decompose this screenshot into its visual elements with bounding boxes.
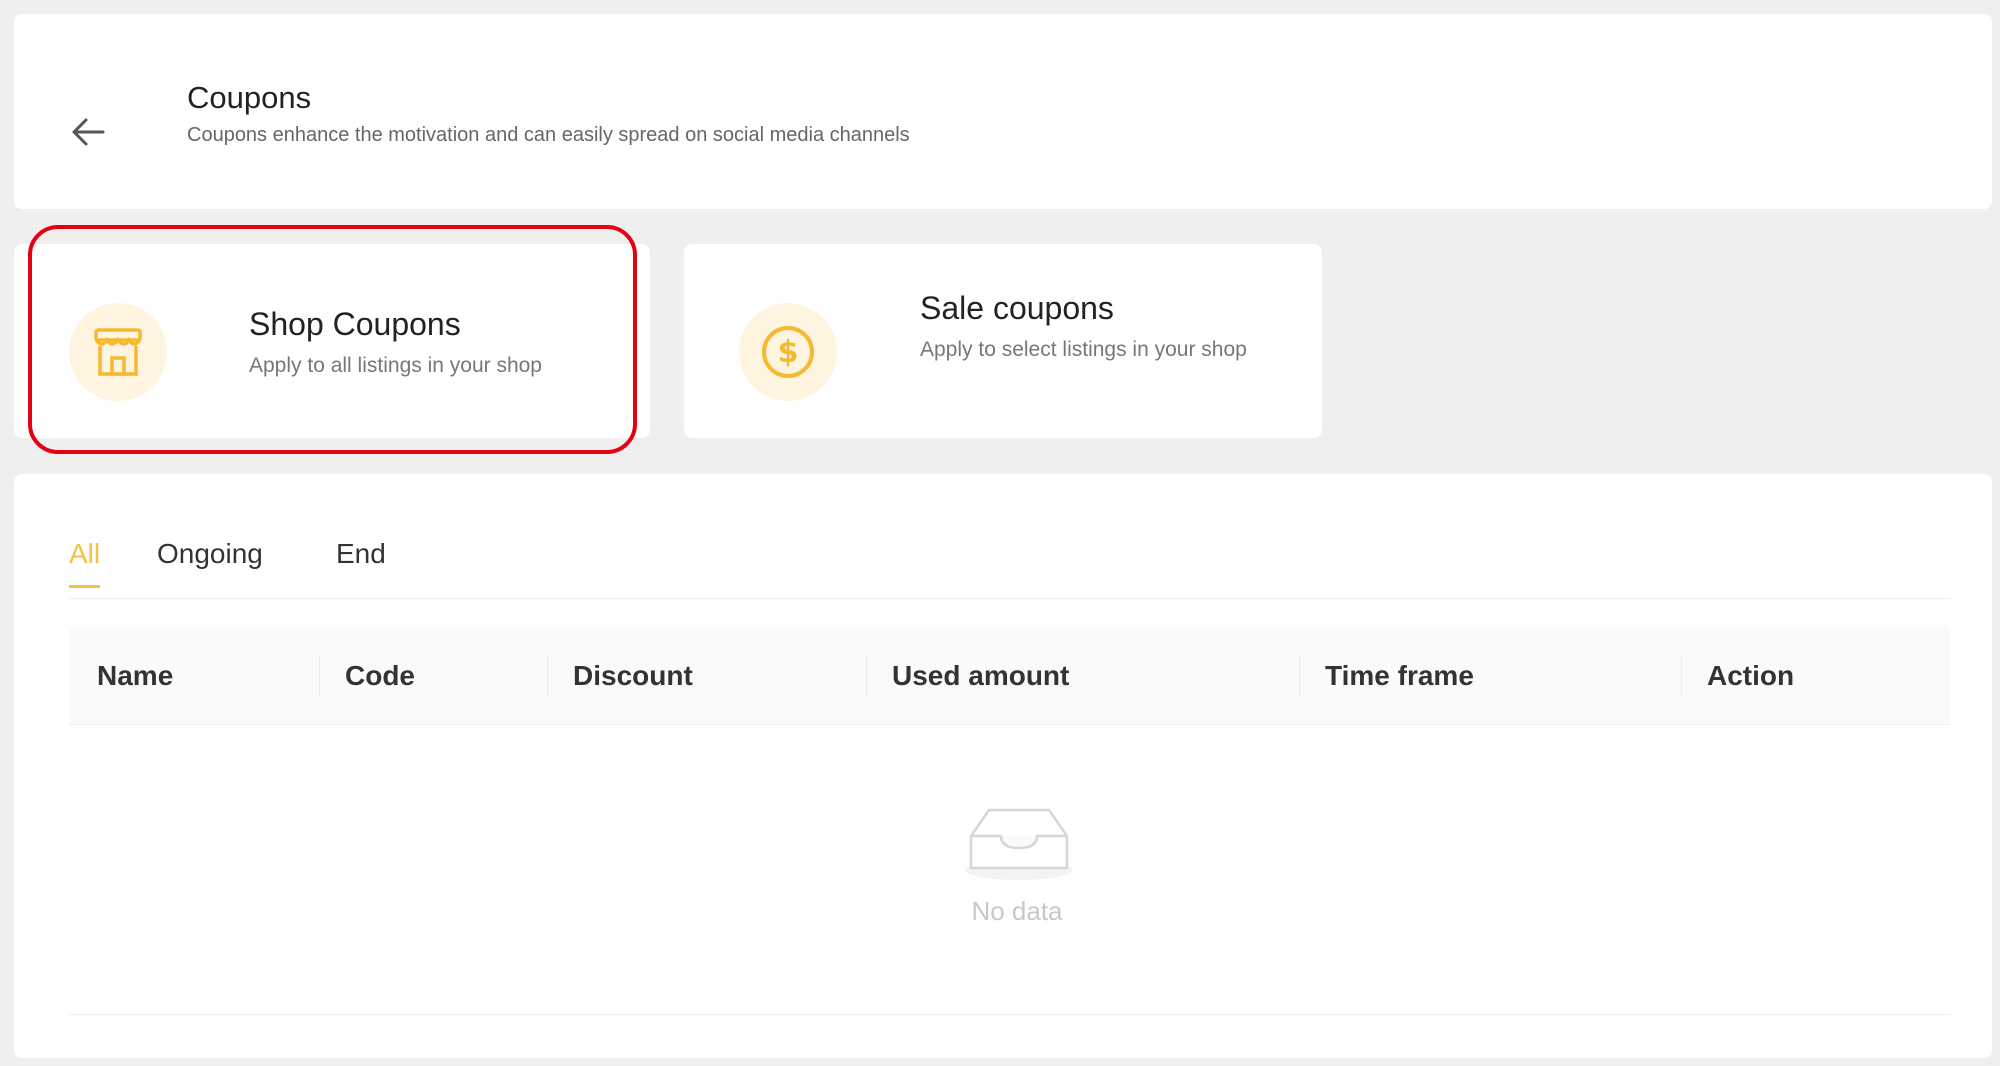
storefront-icon (69, 303, 167, 401)
column-divider (1299, 654, 1300, 698)
empty-state-text: No data (971, 896, 1063, 926)
column-header-action[interactable]: Action (1707, 627, 1794, 725)
sale-coupons-description: Apply to select listings in your shop (920, 338, 1247, 361)
table-bottom-divider (69, 1014, 1951, 1015)
column-divider (866, 654, 867, 698)
svg-text:$: $ (778, 335, 799, 370)
table-header: Name Code Discount Used amount Time fram… (69, 627, 1951, 725)
column-divider (1681, 654, 1682, 698)
shop-coupons-description: Apply to all listings in your shop (249, 354, 542, 377)
column-header-time-frame[interactable]: Time frame (1325, 627, 1474, 725)
page-header: Coupons Coupons enhance the motivation a… (14, 14, 1992, 209)
back-button[interactable] (68, 112, 108, 152)
coupon-tabs: All Ongoing End (69, 538, 1951, 599)
column-divider (547, 654, 548, 698)
column-header-name[interactable]: Name (97, 627, 173, 725)
tab-all[interactable]: All (69, 538, 101, 588)
column-header-code[interactable]: Code (345, 627, 415, 725)
coupons-list-panel: All Ongoing End Name Code Discount Used … (14, 474, 1992, 1058)
shop-coupons-title: Shop Coupons (249, 306, 461, 342)
sale-coupons-title: Sale coupons (920, 290, 1114, 326)
tab-end[interactable]: End (336, 538, 386, 588)
tab-ongoing[interactable]: Ongoing (157, 538, 263, 588)
page-subtitle: Coupons enhance the motivation and can e… (187, 124, 910, 146)
column-header-discount[interactable]: Discount (573, 627, 693, 725)
empty-inbox-icon (965, 808, 1073, 880)
page-title: Coupons (187, 80, 312, 115)
arrow-left-icon (72, 118, 105, 146)
column-header-used-amount[interactable]: Used amount (892, 627, 1069, 725)
shop-coupons-card[interactable]: Shop Coupons Apply to all listings in yo… (14, 244, 650, 438)
column-divider (319, 654, 320, 698)
dollar-coin-icon: $ (739, 303, 837, 401)
sale-coupons-card[interactable]: $ Sale coupons Apply to select listings … (684, 244, 1322, 438)
